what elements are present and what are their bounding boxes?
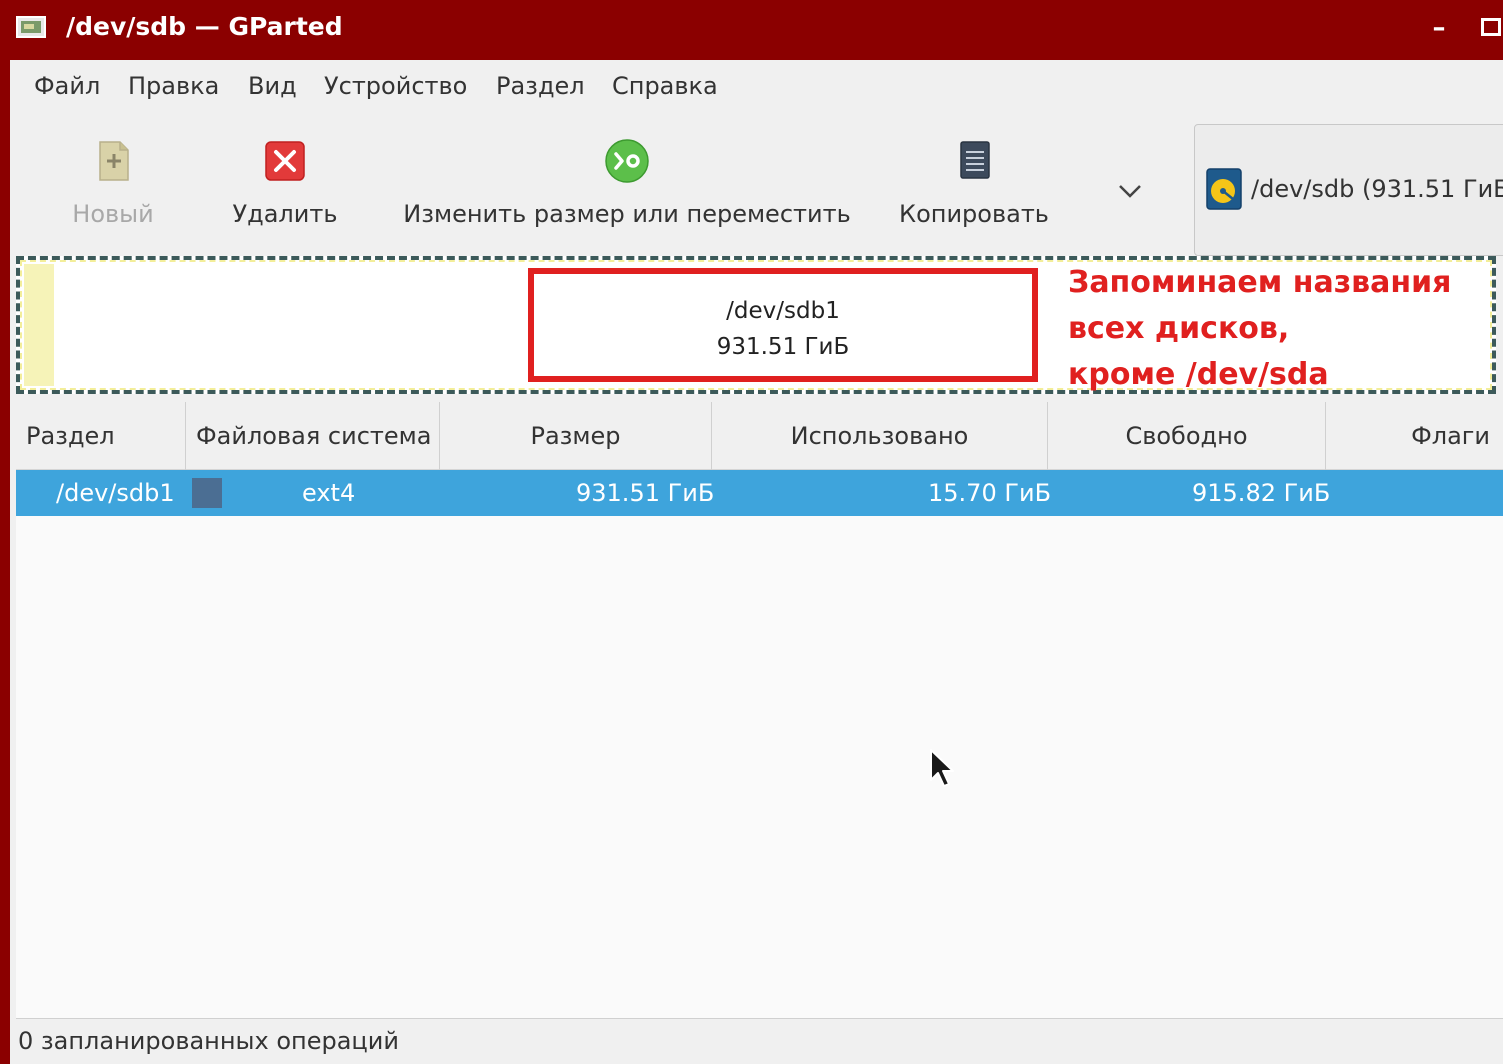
cell-partition: /dev/sdb1 — [56, 479, 175, 507]
copy-button-label: Копировать — [899, 200, 1049, 228]
column-header-free[interactable]: Свободно — [1048, 402, 1326, 470]
partition-map-size: 931.51 ГиБ — [716, 334, 850, 360]
title-bar[interactable]: /dev/sdb — GParted – — [0, 0, 1503, 52]
window-content: Файл Правка Вид Устройство Раздел Справк… — [10, 60, 1503, 1064]
column-header-flags[interactable]: Флаги — [1326, 402, 1503, 470]
delete-button[interactable]: Удалить — [220, 114, 350, 234]
device-selector[interactable]: /dev/sdb (931.51 ГиБ — [1194, 124, 1503, 256]
column-header-filesystem[interactable]: Файловая система — [186, 402, 440, 470]
harddisk-icon — [1206, 168, 1242, 210]
menu-file[interactable]: Файл — [34, 72, 100, 100]
column-header-size[interactable]: Размер — [440, 402, 712, 470]
partition-map-name: /dev/sdb1 — [726, 298, 840, 324]
cell-size: 931.51 ГиБ — [576, 479, 715, 507]
resize-move-button[interactable]: Изменить размер или переместить — [402, 114, 852, 234]
table-header: Раздел Файловая система Размер Использов… — [16, 402, 1503, 470]
menu-help[interactable]: Справка — [612, 72, 718, 100]
column-header-partition[interactable]: Раздел — [16, 402, 186, 470]
copy-icon — [960, 141, 990, 179]
table-row[interactable]: /dev/sdb1 ext4 931.51 ГиБ 15.70 ГиБ 915.… — [16, 470, 1503, 516]
partition-map: /dev/sdb1 931.51 ГиБ Запоминаем названия… — [16, 256, 1496, 394]
new-partition-icon — [99, 141, 129, 181]
maximize-button[interactable] — [1481, 18, 1501, 36]
copy-button[interactable]: Копировать — [894, 114, 1054, 234]
menu-device[interactable]: Устройство — [324, 72, 467, 100]
menu-partition[interactable]: Раздел — [496, 72, 585, 100]
mouse-cursor-icon — [930, 749, 954, 787]
chevron-down-icon[interactable] — [1115, 176, 1145, 206]
column-header-used[interactable]: Использовано — [712, 402, 1048, 470]
window-title: /dev/sdb — GParted — [66, 12, 343, 41]
resize-move-button-label: Изменить размер или переместить — [403, 200, 851, 228]
cell-filesystem: ext4 — [302, 479, 356, 507]
resize-move-icon — [605, 139, 649, 183]
annotation-text: Запоминаем названия всех дисков, кроме /… — [1068, 260, 1451, 398]
partition-table: Раздел Файловая система Размер Использов… — [16, 402, 1503, 1018]
menu-edit[interactable]: Правка — [128, 72, 219, 100]
partition-sdb1-block[interactable]: /dev/sdb1 931.51 ГиБ — [528, 268, 1038, 382]
unallocated-stripe — [24, 264, 54, 386]
menu-bar: Файл Правка Вид Устройство Раздел Справк… — [10, 60, 1503, 114]
delete-icon — [265, 141, 305, 181]
delete-button-label: Удалить — [232, 200, 338, 228]
menu-view[interactable]: Вид — [248, 72, 297, 100]
annotation-line-1: Запоминаем названия — [1068, 265, 1452, 300]
toolbar: Новый Удалить Изменить размер или переме… — [10, 114, 1503, 264]
new-button[interactable]: Новый — [54, 114, 172, 234]
cell-used: 15.70 ГиБ — [928, 479, 1052, 507]
annotation-line-2: всех дисков, — [1068, 311, 1290, 346]
new-button-label: Новый — [72, 200, 154, 228]
device-label: /dev/sdb (931.51 ГиБ — [1251, 175, 1503, 203]
filesystem-color-swatch — [192, 478, 222, 508]
cell-free: 915.82 ГиБ — [1192, 479, 1331, 507]
gparted-app-icon — [16, 16, 46, 38]
status-bar: 0 запланированных операций — [16, 1018, 1503, 1064]
pending-operations-status: 0 запланированных операций — [18, 1027, 399, 1055]
annotation-line-3: кроме /dev/sda — [1068, 357, 1329, 392]
minimize-button[interactable]: – — [1425, 8, 1453, 48]
